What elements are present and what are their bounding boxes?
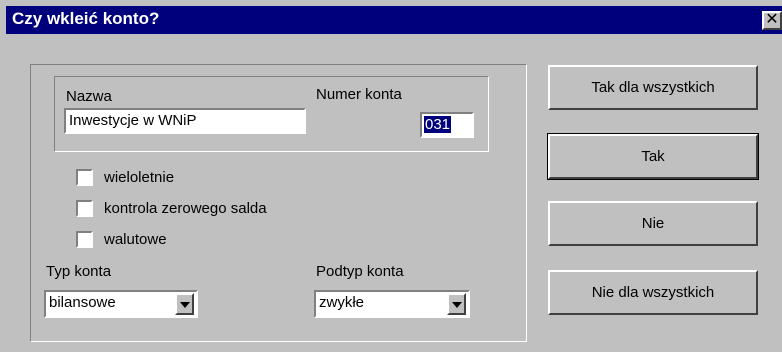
zero-balance-checkbox[interactable] (76, 200, 93, 217)
title-bar[interactable]: Czy wkleić konto? ✕ (0, 0, 782, 34)
name-input[interactable]: Inwestycje w WNiP (64, 108, 306, 134)
chevron-down-icon (180, 302, 190, 308)
close-icon: ✕ (765, 11, 779, 28)
close-button[interactable]: ✕ (762, 11, 782, 30)
account-subtype-dropdown-button[interactable] (447, 293, 466, 315)
account-subtype-value: zwykłe (319, 294, 365, 311)
account-number-label: Numer konta (316, 86, 402, 103)
account-type-select[interactable]: bilansowe (44, 290, 198, 318)
multiyear-checkbox[interactable] (76, 169, 93, 186)
window-title: Czy wkleić konto? (12, 9, 160, 28)
currency-label[interactable]: walutowe (104, 231, 167, 248)
no-button[interactable]: Nie (548, 201, 758, 246)
multiyear-label[interactable]: wieloletnie (104, 169, 174, 186)
account-number-selected-text: 031 (424, 116, 452, 133)
account-type-label: Typ konta (46, 263, 112, 280)
currency-checkbox[interactable] (76, 231, 93, 248)
account-type-value: bilansowe (49, 294, 116, 311)
no-to-all-button[interactable]: Nie dla wszystkich (548, 270, 758, 315)
account-number-input[interactable]: 031 (420, 112, 474, 138)
account-type-dropdown-button[interactable] (175, 293, 194, 315)
chevron-down-icon (452, 302, 462, 308)
name-label: Nazwa (66, 88, 112, 105)
account-subtype-label: Podtyp konta (316, 263, 404, 280)
zero-balance-label[interactable]: kontrola zerowego salda (104, 200, 267, 217)
account-subtype-select[interactable]: zwykłe (314, 290, 470, 318)
yes-button[interactable]: Tak (547, 133, 759, 180)
yes-to-all-button[interactable]: Tak dla wszystkich (548, 65, 758, 110)
